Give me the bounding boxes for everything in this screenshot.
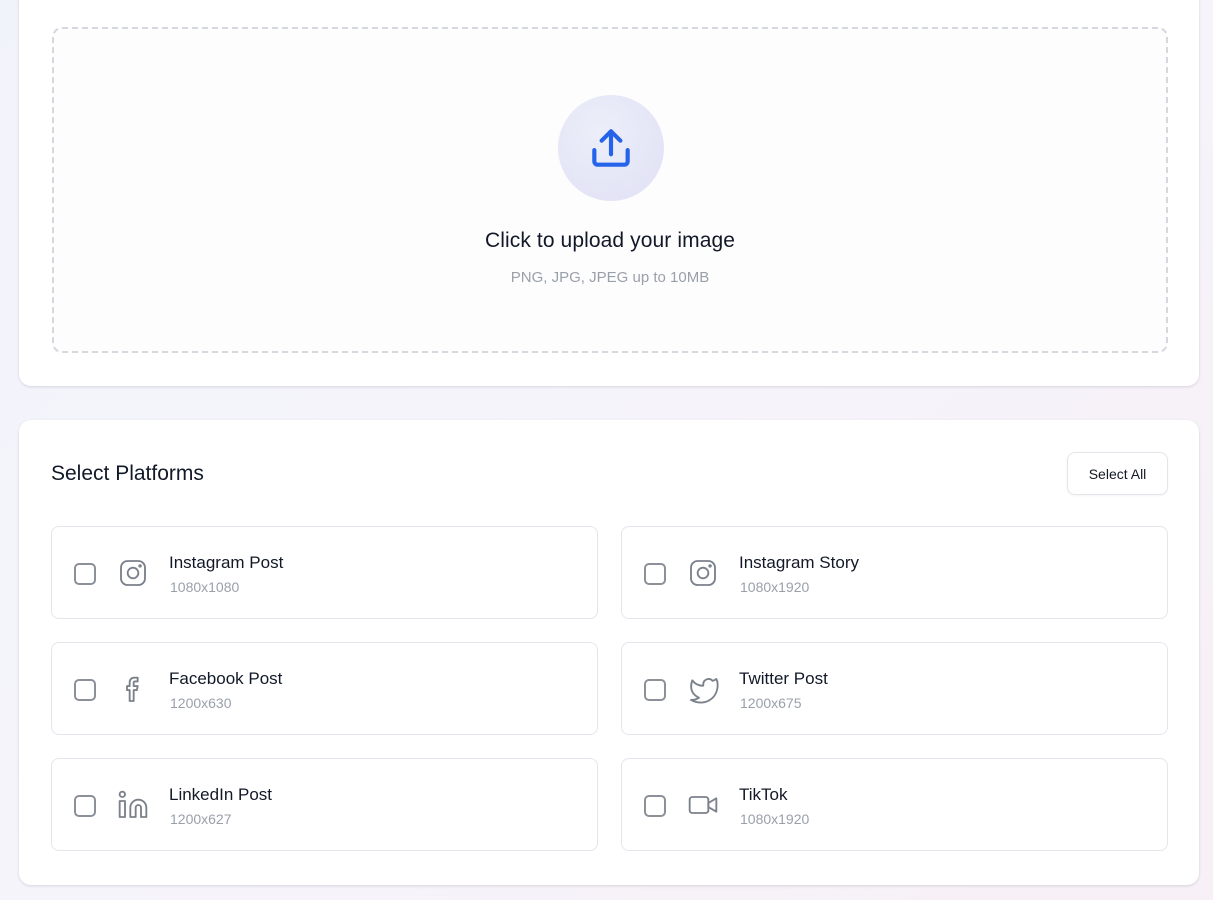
page: Click to upload your image PNG, JPG, JPE… xyxy=(0,0,1213,900)
upload-icon xyxy=(592,129,630,167)
facebook-icon xyxy=(116,672,150,706)
platform-checkbox[interactable] xyxy=(74,563,96,585)
platform-size: 1080x1920 xyxy=(740,811,810,827)
platform-option-twitter-post[interactable]: Twitter Post 1200x675 xyxy=(621,642,1168,735)
platform-option-instagram-story[interactable]: Instagram Story 1080x1920 xyxy=(621,526,1168,619)
platform-checkbox[interactable] xyxy=(644,563,666,585)
platform-option-facebook-post[interactable]: Facebook Post 1200x630 xyxy=(51,642,598,735)
upload-title: Click to upload your image xyxy=(484,229,736,252)
section-title: Select Platforms xyxy=(51,462,204,485)
platform-name: Instagram Story xyxy=(739,553,859,572)
platform-size: 1200x630 xyxy=(170,695,232,711)
platform-grid: Instagram Post 1080x1080 Instagram Story… xyxy=(51,526,1168,851)
platform-name: Facebook Post xyxy=(169,669,283,688)
platform-option-linkedin-post[interactable]: LinkedIn Post 1200x627 xyxy=(51,758,598,851)
upload-dropzone[interactable]: Click to upload your image PNG, JPG, JPE… xyxy=(52,27,1168,353)
platform-checkbox[interactable] xyxy=(74,795,96,817)
platforms-card: Select Platforms Select All Instagram Po… xyxy=(19,420,1199,885)
instagram-icon xyxy=(116,556,150,590)
platform-name: Twitter Post xyxy=(739,669,828,688)
platform-option-tiktok[interactable]: TikTok 1080x1920 xyxy=(621,758,1168,851)
platform-size: 1080x1080 xyxy=(170,579,240,595)
platform-checkbox[interactable] xyxy=(74,679,96,701)
platform-size: 1200x675 xyxy=(740,695,802,711)
platform-name: LinkedIn Post xyxy=(169,785,273,804)
video-icon xyxy=(686,788,720,822)
upload-icon-circle[interactable] xyxy=(558,95,664,201)
linkedin-icon xyxy=(116,788,150,822)
twitter-icon xyxy=(686,672,720,706)
platform-checkbox[interactable] xyxy=(644,679,666,701)
select-all-button[interactable]: Select All xyxy=(1067,452,1168,495)
upload-card: Click to upload your image PNG, JPG, JPE… xyxy=(19,0,1199,386)
platform-name: Instagram Post xyxy=(169,553,284,572)
platform-checkbox[interactable] xyxy=(644,795,666,817)
platform-name: TikTok xyxy=(739,785,788,804)
instagram-icon xyxy=(686,556,720,590)
platform-size: 1200x627 xyxy=(170,811,232,827)
platform-option-instagram-post[interactable]: Instagram Post 1080x1080 xyxy=(51,526,598,619)
platform-size: 1080x1920 xyxy=(740,579,810,595)
upload-hint: PNG, JPG, JPEG up to 10MB xyxy=(510,269,710,286)
